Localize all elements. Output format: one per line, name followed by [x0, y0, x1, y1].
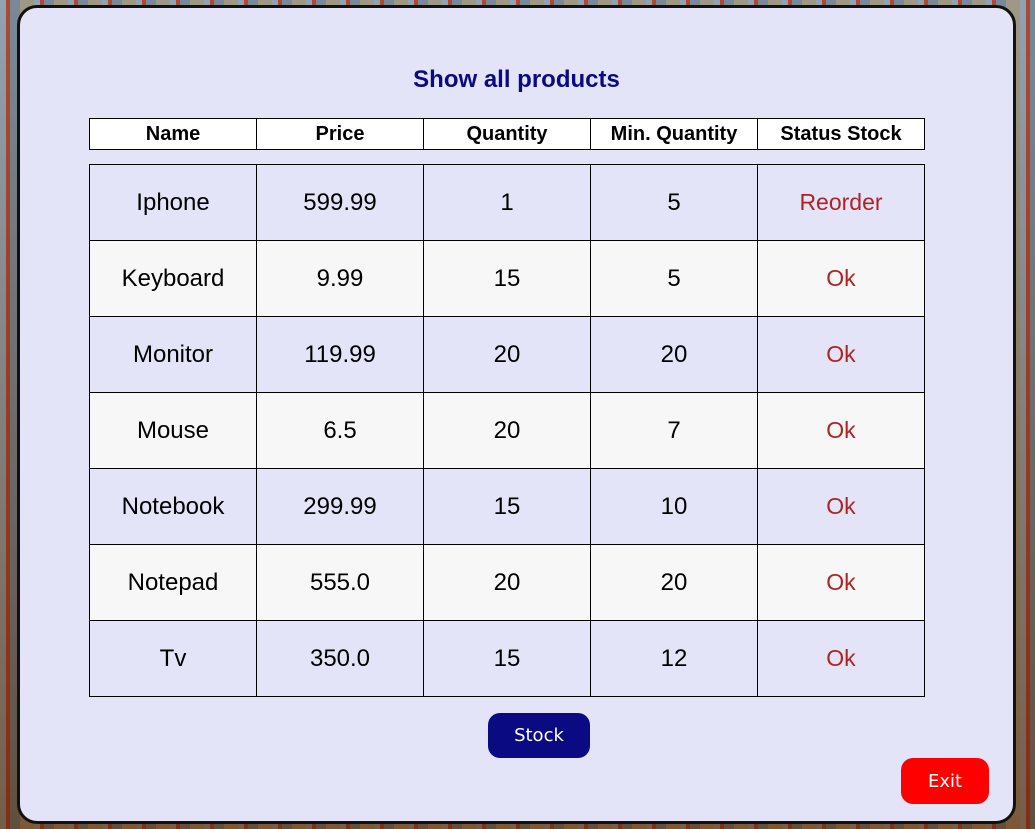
product-min-quantity: 5 — [590, 164, 758, 241]
product-name: Iphone — [89, 164, 257, 241]
column-header-min-quantity: Min. Quantity — [590, 118, 758, 150]
product-name: Monitor — [89, 316, 257, 393]
product-status: Reorder — [757, 164, 925, 241]
product-status: Ok — [757, 316, 925, 393]
product-quantity: 20 — [423, 392, 591, 469]
table-row: Iphone 599.99 1 5 Reorder — [89, 164, 925, 241]
product-price: 119.99 — [256, 316, 424, 393]
product-price: 350.0 — [256, 620, 424, 697]
product-name: Mouse — [89, 392, 257, 469]
product-price: 299.99 — [256, 468, 424, 545]
product-min-quantity: 12 — [590, 620, 758, 697]
column-header-quantity: Quantity — [423, 118, 591, 150]
product-price: 555.0 — [256, 544, 424, 621]
product-status: Ok — [757, 544, 925, 621]
table-header: Name Price Quantity Min. Quantity Status… — [89, 118, 925, 150]
product-name: Notebook — [89, 468, 257, 545]
header-row: Name Price Quantity Min. Quantity Status… — [89, 118, 925, 150]
product-status: Ok — [757, 468, 925, 545]
product-quantity: 1 — [423, 164, 591, 241]
column-header-status-stock: Status Stock — [757, 118, 925, 150]
product-status: Ok — [757, 392, 925, 469]
product-quantity: 20 — [423, 316, 591, 393]
product-min-quantity: 5 — [590, 240, 758, 317]
stock-button[interactable]: Stock — [488, 713, 590, 758]
products-panel: Show all products Name Price Quantity Mi… — [17, 5, 1016, 824]
product-quantity: 15 — [423, 240, 591, 317]
table-row: Mouse 6.5 20 7 Ok — [89, 392, 925, 469]
table-row: Notebook 299.99 15 10 Ok — [89, 468, 925, 545]
product-price: 6.5 — [256, 392, 424, 469]
product-price: 9.99 — [256, 240, 424, 317]
product-min-quantity: 7 — [590, 392, 758, 469]
product-quantity: 20 — [423, 544, 591, 621]
product-name: Notepad — [89, 544, 257, 621]
exit-button[interactable]: Exit — [901, 758, 989, 804]
product-min-quantity: 20 — [590, 316, 758, 393]
table-row: Keyboard 9.99 15 5 Ok — [89, 240, 925, 317]
table-row: Monitor 119.99 20 20 Ok — [89, 316, 925, 393]
product-name: Tv — [89, 620, 257, 697]
product-min-quantity: 10 — [590, 468, 758, 545]
product-quantity: 15 — [423, 620, 591, 697]
product-price: 599.99 — [256, 164, 424, 241]
product-status: Ok — [757, 620, 925, 697]
table-row: Notepad 555.0 20 20 Ok — [89, 544, 925, 621]
column-header-name: Name — [89, 118, 257, 150]
table-row: Tv 350.0 15 12 Ok — [89, 620, 925, 697]
product-quantity: 15 — [423, 468, 591, 545]
column-header-price: Price — [256, 118, 424, 150]
product-status: Ok — [757, 240, 925, 317]
products-table: Iphone 599.99 1 5 Reorder Keyboard 9.99 … — [89, 164, 925, 697]
page-title: Show all products — [413, 66, 620, 93]
product-min-quantity: 20 — [590, 544, 758, 621]
product-name: Keyboard — [89, 240, 257, 317]
